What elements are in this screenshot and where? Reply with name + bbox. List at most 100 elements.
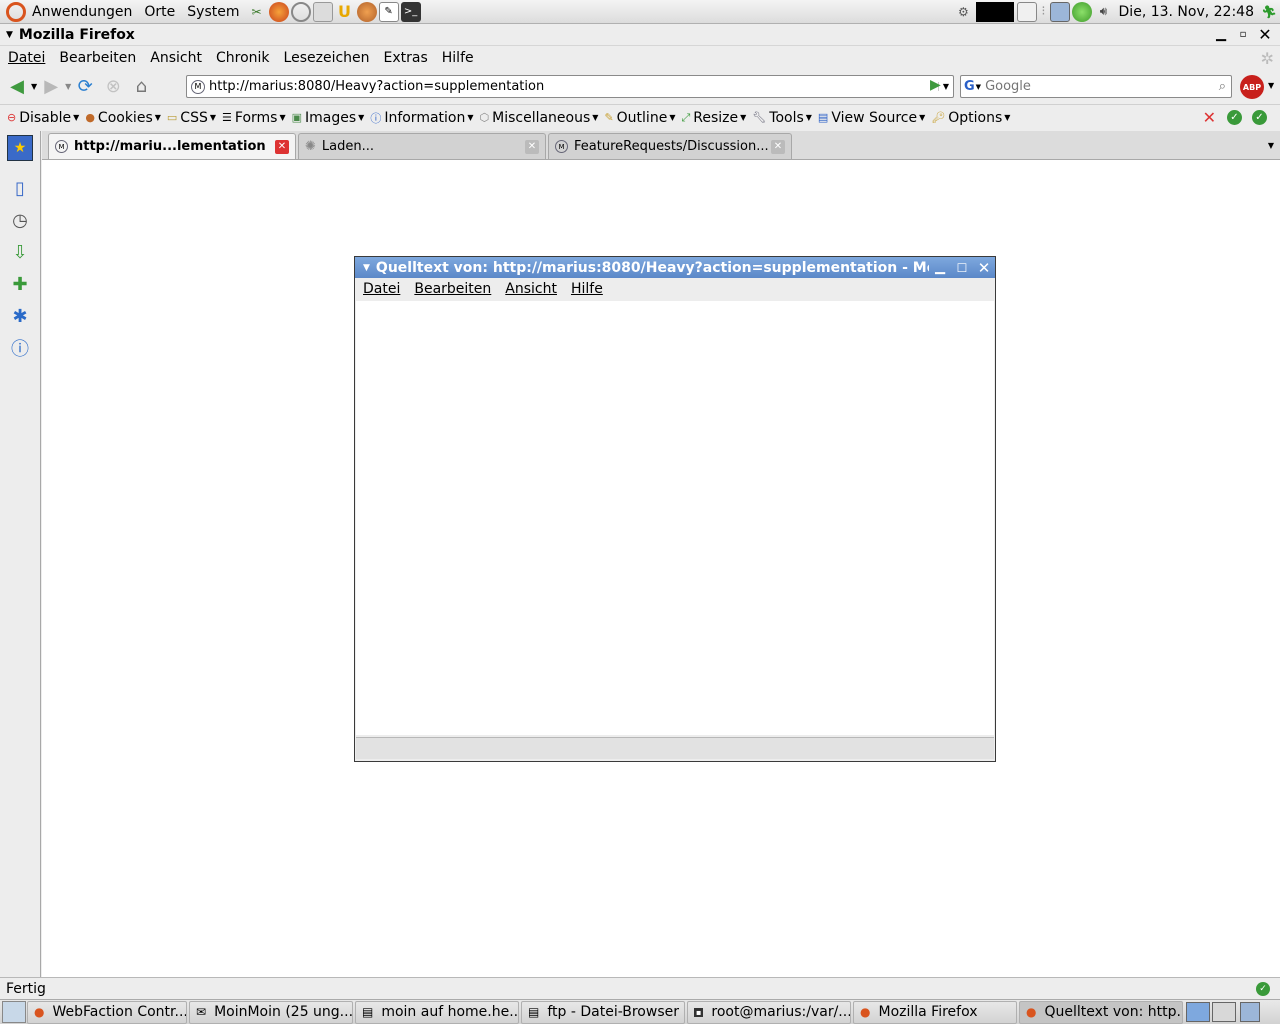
stop-button[interactable]: ⊗ xyxy=(100,73,126,99)
search-engine-icon[interactable]: G xyxy=(964,79,975,94)
standards-ok-icon[interactable]: ✓ xyxy=(1252,110,1267,125)
panel-menu-places[interactable]: Orte xyxy=(138,4,181,20)
network-app-icon[interactable] xyxy=(312,1,333,22)
menu-chronik[interactable]: Chronik xyxy=(209,50,277,66)
popup-minimize-icon[interactable]: ▁ xyxy=(931,259,949,277)
search-icon[interactable]: ⌕ xyxy=(1219,79,1226,94)
dev-resize-button[interactable]: ⤢ Resize ▼ xyxy=(678,110,749,126)
dev-css-button[interactable]: ▭ CSS ▼ xyxy=(164,110,219,126)
text-editor-icon[interactable]: ✎ xyxy=(378,1,399,22)
screenshot-icon[interactable] xyxy=(1017,1,1038,22)
tab-close-icon[interactable]: ✕ xyxy=(275,139,289,154)
taskbar-item-webfaction[interactable]: ● WebFaction Contr... xyxy=(27,1000,187,1024)
back-dropdown-icon[interactable]: ▼ xyxy=(31,82,37,91)
running-man-icon[interactable]: 🏃︎ xyxy=(1259,2,1279,22)
terminal-icon[interactable]: >_ xyxy=(400,1,421,22)
forward-dropdown-icon[interactable]: ▼ xyxy=(65,82,71,91)
search-engine-dropdown-icon[interactable]: ▼ xyxy=(976,83,981,91)
panel-menu-system[interactable]: System xyxy=(181,4,245,20)
system-monitor-icon[interactable]: ⚙ xyxy=(953,2,973,22)
tab-close-icon[interactable]: ✕ xyxy=(771,139,785,154)
status-ok-icon[interactable]: ✓ xyxy=(1256,981,1270,996)
tab-list-dropdown-icon[interactable]: ▼ xyxy=(1268,141,1274,150)
volume-icon[interactable]: 🔊︎ xyxy=(1094,2,1114,22)
view-source-titlebar[interactable]: ▼ Quelltext von: http://marius:8080/Heav… xyxy=(355,257,995,278)
tab-1[interactable]: M http://mariu...lementation ✕ xyxy=(48,133,296,159)
extension-icon[interactable]: ✱ xyxy=(7,303,33,329)
trash-icon[interactable] xyxy=(1240,1002,1260,1022)
throbber-icon: ✲ xyxy=(1260,48,1274,68)
network-status-icon[interactable] xyxy=(1071,1,1092,22)
css-error-icon[interactable]: ✕ xyxy=(1203,108,1216,127)
menu-hilfe[interactable]: Hilfe xyxy=(435,50,481,66)
tab-3[interactable]: M FeatureRequests/Discussion... ✕ xyxy=(548,133,792,159)
dev-images-button[interactable]: ▣ Images ▼ xyxy=(289,110,368,126)
go-button[interactable]: ▶ xyxy=(930,77,941,93)
dev-disable-button[interactable]: ⊖ Disable ▼ xyxy=(4,110,82,126)
popup-menu-bearbeiten[interactable]: Bearbeiten xyxy=(407,281,498,297)
workspace-2-icon[interactable] xyxy=(1212,1002,1236,1022)
url-bar[interactable]: M ▼ xyxy=(186,75,954,98)
bookmarks-icon[interactable]: ▯ xyxy=(7,175,33,201)
ubuntu-logo-icon[interactable] xyxy=(6,1,26,22)
adblock-dropdown-icon[interactable]: ▼ xyxy=(1268,81,1274,90)
menu-bearbeiten[interactable]: Bearbeiten xyxy=(52,50,143,66)
window-menu-icon[interactable]: ▼ xyxy=(6,30,13,40)
taskbar-item-moinmoin[interactable]: ✉ MoinMoin (25 ung... xyxy=(189,1000,353,1024)
menu-extras[interactable]: Extras xyxy=(377,50,435,66)
panel-menu-applications[interactable]: Anwendungen xyxy=(26,4,138,20)
downloads-icon[interactable]: ⇩ xyxy=(7,239,33,265)
view-source-body[interactable] xyxy=(356,301,994,735)
firefox-icon[interactable] xyxy=(268,1,289,22)
dev-outline-button[interactable]: ✎ Outline ▼ xyxy=(601,110,678,126)
forward-button[interactable]: ▶ xyxy=(38,73,64,99)
js-ok-icon[interactable]: ✓ xyxy=(1227,110,1242,125)
info-icon[interactable]: ⓘ xyxy=(7,335,33,361)
dev-options-button[interactable]: 🔑︎ Options ▼ xyxy=(928,110,1013,126)
search-bar[interactable]: G ▼ ⌕ xyxy=(960,75,1232,98)
menu-lesezeichen[interactable]: Lesezeichen xyxy=(277,50,377,66)
popup-menu-ansicht[interactable]: Ansicht xyxy=(498,281,564,297)
show-desktop-icon[interactable] xyxy=(2,1001,26,1023)
home-button[interactable]: ⌂ xyxy=(128,73,154,99)
popup-menu-hilfe[interactable]: Hilfe xyxy=(564,281,610,297)
workspace-switcher-icon[interactable] xyxy=(1049,1,1070,22)
reload-button[interactable]: ⟳ xyxy=(72,73,98,99)
adblock-icon[interactable]: ABP xyxy=(1240,75,1264,99)
tab-2[interactable]: ✺ Laden... ✕ xyxy=(298,133,546,159)
dev-information-button[interactable]: ⓘ Information ▼ xyxy=(367,110,476,126)
workspace-1-icon[interactable] xyxy=(1186,1002,1210,1022)
history-icon[interactable]: ◷ xyxy=(7,207,33,233)
sidebar-toggle-icon[interactable]: ★ xyxy=(7,135,33,161)
usb-icon[interactable]: U xyxy=(335,2,355,22)
tab-close-icon[interactable]: ✕ xyxy=(525,139,539,154)
dev-cookies-button[interactable]: ● Cookies ▼ xyxy=(82,110,164,126)
menu-datei[interactable]: Datei xyxy=(0,50,52,66)
dev-tools-button[interactable]: 🔧︎ Tools ▼ xyxy=(749,110,815,126)
addons-icon[interactable]: ✚ xyxy=(7,271,33,297)
taskbar-item-view-source[interactable]: ● Quelltext von: http... xyxy=(1019,1000,1183,1024)
close-icon[interactable]: ✕ xyxy=(1256,25,1274,44)
taskbar-item-moin-home[interactable]: ▤ moin auf home.he... xyxy=(355,1000,519,1024)
taskbar-item-terminal[interactable]: ▪ root@marius:/var/... xyxy=(687,1000,851,1024)
tools-icon[interactable]: ✂ xyxy=(247,2,267,22)
popup-maximize-icon[interactable]: ☐ xyxy=(953,259,971,277)
snail-icon[interactable] xyxy=(356,1,377,22)
url-input[interactable] xyxy=(209,79,909,94)
menu-ansicht[interactable]: Ansicht xyxy=(143,50,209,66)
maximize-icon[interactable]: ▫ xyxy=(1234,26,1252,44)
search-input[interactable] xyxy=(985,79,1186,94)
clock[interactable]: Die, 13. Nov, 22:48 xyxy=(1119,4,1254,20)
minimize-icon[interactable]: ▁ xyxy=(1212,26,1230,44)
taskbar-item-ftp[interactable]: ▤ ftp - Datei-Browser xyxy=(521,1000,685,1024)
tools-wrench-icon: 🔧︎ xyxy=(752,111,767,124)
dev-miscellaneous-button[interactable]: ⬡ Miscellaneous ▼ xyxy=(477,110,602,126)
dev-forms-button[interactable]: ☰ Forms ▼ xyxy=(219,110,289,126)
back-button[interactable]: ◀ xyxy=(4,73,30,99)
taskbar-item-firefox[interactable]: ● Mozilla Firefox xyxy=(853,1000,1017,1024)
clock-app-icon[interactable] xyxy=(290,1,311,22)
dev-view-source-button[interactable]: ▤ View Source ▼ xyxy=(815,110,928,126)
popup-window-menu-icon[interactable]: ▼ xyxy=(363,263,370,273)
popup-close-icon[interactable]: ✕ xyxy=(975,259,993,277)
popup-menu-datei[interactable]: Datei xyxy=(355,281,407,297)
